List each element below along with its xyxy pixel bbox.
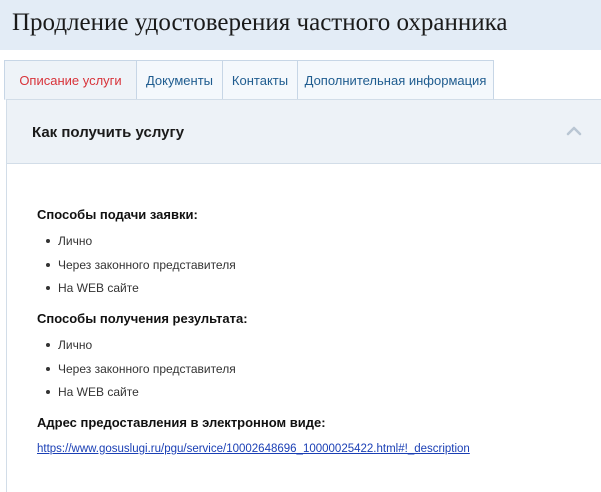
accordion-header[interactable]: Как получить услугу [7, 100, 601, 164]
list-item: Лично [46, 233, 236, 257]
list-item: На WEB сайте [46, 280, 236, 304]
accordion-title: Как получить услугу [32, 124, 185, 141]
page-title: Продление удостоверения частного охранни… [12, 9, 508, 36]
service-link[interactable]: https://www.gosuslugi.ru/pgu/service/100… [37, 443, 470, 455]
submit-methods-list: Лично Через законного представителя На W… [46, 233, 236, 304]
list-item: Лично [46, 337, 236, 361]
bullet-icon [46, 286, 50, 290]
bullet-icon [46, 390, 50, 394]
tab-additional-info[interactable]: Дополнительная информация [298, 60, 494, 100]
bullet-icon [46, 262, 50, 267]
receive-methods-heading: Способы получения результата: [37, 311, 248, 326]
tab-contacts[interactable]: Контакты [223, 60, 298, 100]
tab-bar: Описание услуги Документы Контакты Допол… [4, 60, 494, 100]
chevron-up-icon[interactable] [565, 124, 583, 138]
electronic-address-heading: Адрес предоставления в электронном виде: [37, 415, 326, 430]
list-item: Через законного представителя [46, 257, 236, 281]
title-bar: Продление удостоверения частного охранни… [0, 0, 601, 50]
receive-methods-list: Лично Через законного представителя На W… [46, 337, 236, 408]
tab-content-panel: Как получить услугу Способы подачи заявк… [6, 99, 601, 492]
list-item: На WEB сайте [46, 384, 236, 408]
submit-methods-heading: Способы подачи заявки: [37, 207, 198, 222]
list-item: Через законного представителя [46, 361, 236, 385]
bullet-icon [46, 366, 50, 371]
bullet-icon [46, 343, 50, 347]
tab-service-description[interactable]: Описание услуги [4, 60, 137, 100]
bullet-icon [46, 239, 50, 243]
tab-documents[interactable]: Документы [137, 60, 223, 100]
